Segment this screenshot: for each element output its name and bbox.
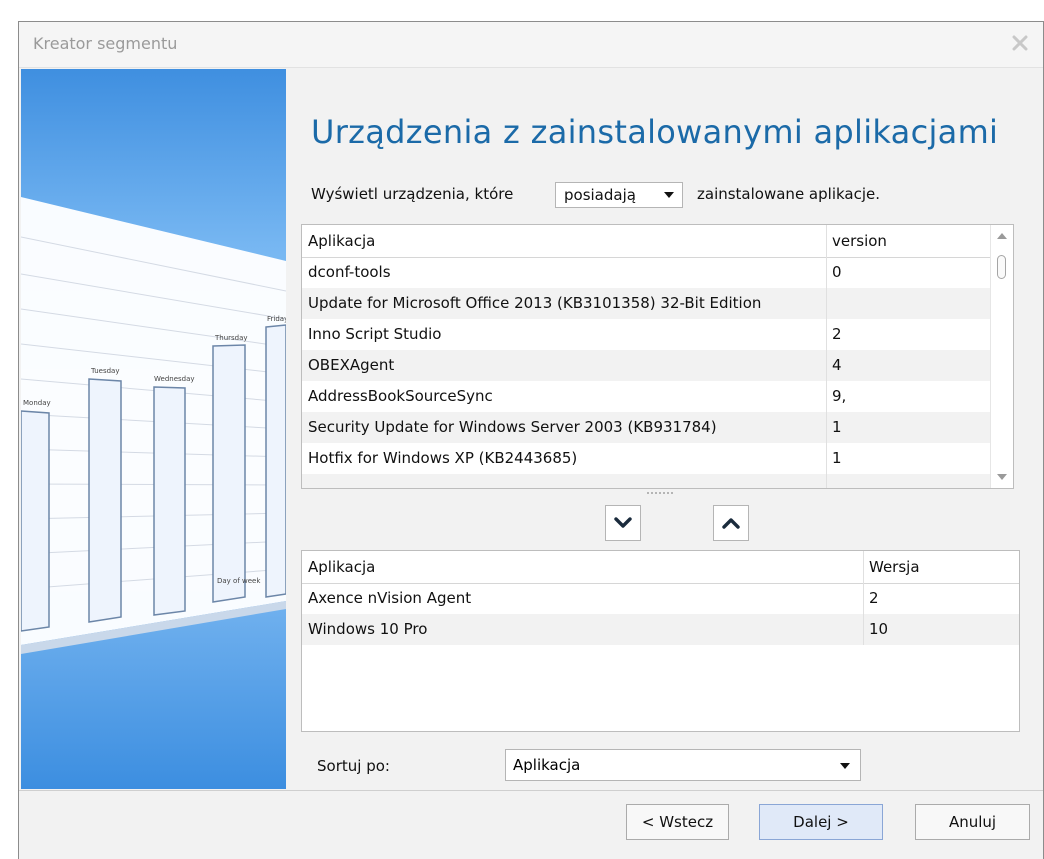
table-row[interactable]: dconf-tools 0 bbox=[302, 257, 992, 288]
cancel-button[interactable]: Anuluj bbox=[915, 804, 1030, 840]
move-up-button[interactable] bbox=[713, 505, 749, 541]
wizard-footer: < Wstecz Dalej > Anuluj bbox=[19, 790, 1043, 859]
table-row[interactable]: Security Update for Windows Server 2003 … bbox=[302, 412, 992, 443]
back-button[interactable]: < Wstecz bbox=[626, 804, 729, 840]
wizard-content: Urządzenia z zainstalowanymi aplikacjami… bbox=[287, 69, 1043, 789]
chart-label-wednesday: Wednesday bbox=[154, 375, 195, 383]
cell-application: Security Update for Windows Server 2003 … bbox=[308, 418, 717, 436]
vertical-scrollbar[interactable] bbox=[990, 225, 1013, 488]
cell-version bbox=[826, 288, 992, 319]
sort-value: Aplikacja bbox=[513, 756, 581, 774]
chevron-down-icon bbox=[664, 192, 674, 198]
cell-application: dconf-tools bbox=[308, 263, 391, 281]
selected-apps-grid[interactable]: Aplikacja Wersja Axence nVision Agent 2 … bbox=[301, 550, 1020, 732]
column-header-version[interactable]: Wersja bbox=[863, 551, 1019, 583]
move-down-button[interactable] bbox=[605, 505, 641, 541]
table-row[interactable]: Update for Microsoft Office 2013 (KB3101… bbox=[302, 288, 992, 319]
table-row-partial bbox=[302, 474, 992, 488]
cell-application: Update for Microsoft Office 2013 (KB3101… bbox=[308, 294, 762, 312]
chevron-up-icon bbox=[722, 518, 740, 529]
table-row[interactable]: Hotfix for Windows XP (KB2443685) 1 bbox=[302, 443, 992, 474]
cell-version: 0 bbox=[832, 263, 842, 281]
page-title: Urządzenia z zainstalowanymi aplikacjami bbox=[311, 113, 999, 151]
splitter-handle[interactable] bbox=[647, 492, 673, 498]
column-divider bbox=[826, 225, 827, 488]
chart-label-thursday: Thursday bbox=[214, 334, 248, 342]
cell-application: OBEXAgent bbox=[308, 356, 395, 374]
grid-header: Aplikacja Wersja bbox=[302, 551, 1019, 584]
scroll-down-icon[interactable] bbox=[997, 474, 1007, 480]
window-title: Kreator segmentu bbox=[33, 34, 178, 53]
column-header-version[interactable]: version bbox=[826, 225, 992, 257]
grid-header: Aplikacja version bbox=[302, 225, 992, 258]
next-button[interactable]: Dalej > bbox=[759, 804, 883, 840]
filter-suffix: zainstalowane aplikacje. bbox=[697, 185, 881, 203]
wizard-side-illustration: Monday Tuesday Wednesday Thursday Friday… bbox=[21, 69, 286, 789]
column-divider bbox=[1019, 551, 1020, 645]
cell-version: 1 bbox=[832, 418, 842, 436]
cell-application: AddressBookSourceSync bbox=[308, 387, 493, 405]
sort-dropdown[interactable]: Aplikacja bbox=[505, 749, 861, 781]
table-row[interactable]: AddressBookSourceSync 9, bbox=[302, 381, 992, 412]
table-row[interactable]: OBEXAgent 4 bbox=[302, 350, 992, 381]
title-bar: Kreator segmentu bbox=[19, 22, 1043, 68]
column-header-application[interactable]: Aplikacja bbox=[302, 225, 826, 257]
scroll-up-icon[interactable] bbox=[997, 233, 1007, 239]
cell-version: 2 bbox=[832, 325, 842, 343]
cell-version: 10 bbox=[869, 620, 889, 638]
available-apps-grid[interactable]: Aplikacja version dconf-tools 0 Update f… bbox=[301, 224, 1014, 489]
chart-label-tuesday: Tuesday bbox=[90, 367, 119, 375]
cell-version: 2 bbox=[869, 589, 879, 607]
chevron-down-icon bbox=[840, 763, 850, 769]
cell-application: Hotfix for Windows XP (KB2443685) bbox=[308, 449, 578, 467]
close-icon[interactable] bbox=[1009, 32, 1031, 54]
wizard-window: Kreator segmentu Monday Tuesday Wednesda… bbox=[18, 21, 1044, 859]
chart-label-friday: Friday bbox=[267, 315, 286, 323]
sort-label: Sortuj po: bbox=[317, 757, 390, 775]
table-row[interactable]: Inno Script Studio 2 bbox=[302, 319, 992, 350]
chart-axis-caption: Day of week bbox=[217, 577, 261, 585]
cell-version: 1 bbox=[832, 449, 842, 467]
table-row[interactable]: Axence nVision Agent 2 bbox=[302, 583, 1019, 614]
filter-prefix: Wyświetl urządzenia, które bbox=[311, 185, 514, 203]
cell-version: 4 bbox=[832, 356, 842, 374]
cell-application: Axence nVision Agent bbox=[308, 589, 472, 607]
filter-mode-dropdown[interactable]: posiadają bbox=[555, 182, 683, 208]
column-header-application[interactable]: Aplikacja bbox=[302, 551, 863, 583]
cell-version: 9, bbox=[832, 387, 847, 405]
column-divider bbox=[863, 551, 864, 645]
scroll-thumb[interactable] bbox=[997, 255, 1006, 279]
table-row[interactable]: Windows 10 Pro 10 bbox=[302, 614, 1019, 645]
chart-label-monday: Monday bbox=[23, 399, 51, 407]
cell-application: Inno Script Studio bbox=[308, 325, 442, 343]
filter-mode-value: posiadają bbox=[564, 186, 636, 204]
chevron-down-icon bbox=[614, 517, 632, 528]
cell-application: Windows 10 Pro bbox=[308, 620, 428, 638]
